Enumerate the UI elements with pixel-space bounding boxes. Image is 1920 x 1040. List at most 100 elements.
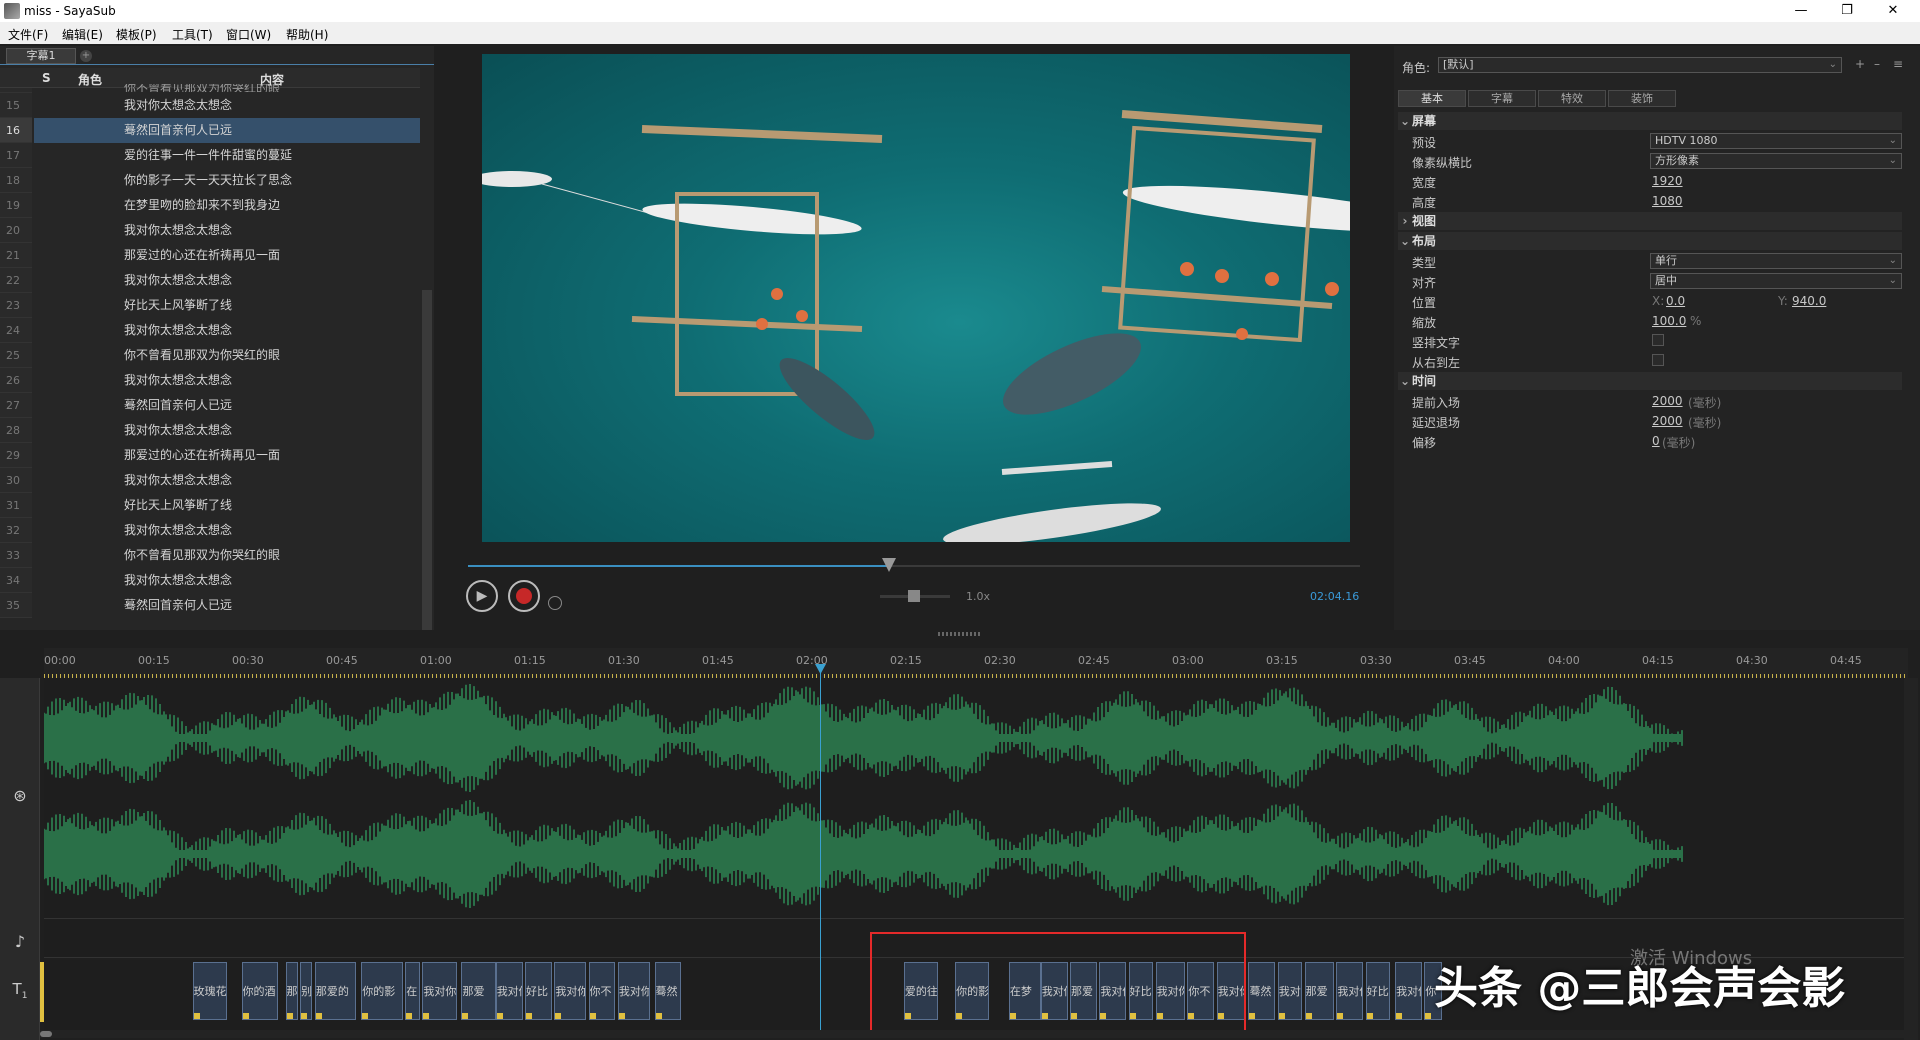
rtl-checkbox[interactable] bbox=[1652, 354, 1664, 366]
subtitle-block[interactable]: 你的影 bbox=[361, 962, 403, 1020]
subtitle-block[interactable]: 你不 bbox=[588, 962, 616, 1020]
subtitle-block[interactable]: 在 bbox=[405, 962, 420, 1020]
splitter-handle[interactable] bbox=[938, 632, 982, 636]
offset-value[interactable]: 0 bbox=[1652, 434, 1660, 448]
col-role[interactable]: 角色 bbox=[78, 71, 102, 88]
scroll-thumb[interactable] bbox=[40, 1031, 52, 1037]
subtitle-block[interactable]: 我对你 bbox=[617, 962, 650, 1020]
menu-template[interactable]: 模板(P) bbox=[116, 26, 157, 43]
video-preview[interactable] bbox=[472, 54, 1442, 545]
subtitle-row[interactable]: 32 我对你太想念太想念 bbox=[0, 518, 420, 543]
menu-icon[interactable]: ≡ bbox=[1893, 57, 1903, 71]
subtitle-row[interactable]: 16 蓦然回首亲何人已远 bbox=[0, 118, 420, 143]
add-tab-icon[interactable]: + bbox=[80, 50, 92, 62]
play-button[interactable]: ▶ bbox=[466, 580, 498, 612]
type-select[interactable]: 单行 ⌄ bbox=[1650, 253, 1902, 269]
subtitle-block[interactable]: 蓦然 bbox=[654, 962, 682, 1020]
timeline-horizontal-scrollbar[interactable] bbox=[40, 1030, 1910, 1038]
row-content: 我对你太想念太想念 bbox=[124, 273, 233, 287]
role-select[interactable]: [默认] ⌄ bbox=[1438, 57, 1842, 73]
tab-decoration[interactable]: 装饰 bbox=[1608, 90, 1676, 107]
subtitle-block[interactable]: 别 bbox=[300, 962, 313, 1020]
subtitle-row[interactable]: 33 你不曾看见那双为你哭红的眼 bbox=[0, 543, 420, 568]
menu-window[interactable]: 窗口(W) bbox=[226, 26, 271, 43]
timeline-vertical-scrollbar[interactable] bbox=[1904, 678, 1918, 1040]
section-view[interactable]: › 视图 bbox=[1398, 212, 1902, 230]
subtitle-row[interactable]: 31 好比天上风筝断了线 bbox=[0, 493, 420, 518]
subtitle-row[interactable]: 24 我对你太想念太想念 bbox=[0, 318, 420, 343]
subtitle-row[interactable]: 26 我对你太想念太想念 bbox=[0, 368, 420, 393]
aspect-select[interactable]: 方形像素 ⌄ bbox=[1650, 153, 1902, 169]
subtitle-row[interactable]: 22 我对你太想念太想念 bbox=[0, 268, 420, 293]
pos-x-value[interactable]: 0.0 bbox=[1666, 294, 1685, 308]
record-button[interactable] bbox=[508, 580, 540, 612]
subtitle-block[interactable]: 那爱 bbox=[461, 962, 496, 1020]
subtitle-row[interactable]: 21 那爱过的心还在祈祷再见一面 bbox=[0, 243, 420, 268]
subtitle-block[interactable]: 好比 bbox=[1365, 962, 1391, 1020]
advance-value[interactable]: 2000 bbox=[1652, 394, 1683, 408]
subtitle-row[interactable]: 25 你不曾看见那双为你哭红的眼 bbox=[0, 343, 420, 368]
subtitle-block[interactable]: 好比 bbox=[525, 962, 552, 1020]
subtitle-block[interactable]: 你的酒 bbox=[241, 962, 279, 1020]
width-value[interactable]: 1920 bbox=[1652, 174, 1683, 188]
subtitle-row[interactable]: 20 我对你太想念太想念 bbox=[0, 218, 420, 243]
subtitle-row[interactable]: 27 蓦然回首亲何人已远 bbox=[0, 393, 420, 418]
preset-select[interactable]: HDTV 1080 ⌄ bbox=[1650, 133, 1902, 149]
tab-effects[interactable]: 特效 bbox=[1538, 90, 1606, 107]
col-s[interactable]: S bbox=[42, 71, 51, 85]
small-record-icon[interactable] bbox=[548, 596, 562, 610]
subtitle-grid[interactable]: 1415我对你太想念太想念16蓦然回首亲何人已远17爱的往事一件一件件甜蜜的蔓延… bbox=[0, 88, 420, 628]
subtitle-block[interactable]: 那爱 bbox=[1304, 962, 1334, 1020]
delay-value[interactable]: 2000 bbox=[1652, 414, 1683, 428]
seek-bar-remaining[interactable] bbox=[890, 565, 1360, 567]
grid-scrollbar[interactable] bbox=[422, 290, 432, 630]
subtitle-row[interactable]: 34 我对你太想念太想念 bbox=[0, 568, 420, 593]
seek-bar-progress[interactable] bbox=[468, 565, 890, 567]
subtitle-block[interactable]: 我对你 bbox=[1395, 962, 1422, 1020]
microphone-icon[interactable]: ♪ bbox=[0, 932, 40, 951]
menu-edit[interactable]: 编辑(E) bbox=[62, 26, 103, 43]
menu-help[interactable]: 帮助(H) bbox=[286, 26, 328, 43]
subtitle-row[interactable]: 35 蓦然回首亲何人已远 bbox=[0, 593, 420, 618]
pos-y-value[interactable]: 940.0 bbox=[1792, 294, 1826, 308]
playhead[interactable] bbox=[820, 666, 821, 1030]
menu-tools[interactable]: 工具(T) bbox=[172, 26, 213, 43]
subtitle-row[interactable]: 17 爱的往事一件一件件甜蜜的蔓延 bbox=[0, 143, 420, 168]
minimize-button[interactable]: — bbox=[1778, 0, 1824, 22]
scale-value[interactable]: 100.0 bbox=[1652, 314, 1686, 328]
restore-button[interactable]: ❐ bbox=[1824, 0, 1870, 22]
subtitle-row[interactable]: 23 好比天上风筝断了线 bbox=[0, 293, 420, 318]
subtitle-block[interactable]: 我对你 bbox=[554, 962, 587, 1020]
menu-file[interactable]: 文件(F) bbox=[8, 26, 48, 43]
tab-subtitle[interactable]: 字幕 bbox=[1468, 90, 1536, 107]
subtitle-row[interactable]: 28 我对你太想念太想念 bbox=[0, 418, 420, 443]
subtitle-block[interactable]: 蓦然 bbox=[1248, 962, 1276, 1020]
subtitle-row[interactable]: 15 我对你太想念太想念 bbox=[0, 93, 420, 118]
height-value[interactable]: 1080 bbox=[1652, 194, 1683, 208]
subtitle-block[interactable]: 那爱的 bbox=[314, 962, 357, 1020]
subtitle-row[interactable]: 29 那爱过的心还在祈祷再见一面 bbox=[0, 443, 420, 468]
section-screen[interactable]: ⌄ 屏幕 bbox=[1398, 112, 1902, 130]
align-select[interactable]: 居中 ⌄ bbox=[1650, 273, 1902, 289]
subtitle-block[interactable]: 我对你 bbox=[1277, 962, 1303, 1020]
text-track-icon[interactable]: T1 bbox=[0, 980, 40, 1001]
tab-basic[interactable]: 基本 bbox=[1398, 90, 1466, 107]
film-reel-icon[interactable]: ⊛ bbox=[0, 786, 40, 805]
subtitle-row[interactable]: 18 你的影子一天一天天拉长了思念 bbox=[0, 168, 420, 193]
speed-slider-handle[interactable] bbox=[908, 590, 920, 602]
subtitle-block[interactable]: 我对你 bbox=[1336, 962, 1364, 1020]
close-button[interactable]: ✕ bbox=[1870, 0, 1916, 22]
subtitle-row[interactable]: 30 我对你太想念太想念 bbox=[0, 468, 420, 493]
subtitle-block[interactable]: 我对你 bbox=[422, 962, 457, 1020]
section-time[interactable]: ⌄ 时间 bbox=[1398, 372, 1902, 390]
subtitle-block[interactable]: 玫瑰花 bbox=[192, 962, 227, 1020]
subtitle-block[interactable]: 那 bbox=[285, 962, 298, 1020]
subtitle-row[interactable]: 19 在梦里吻的脸却来不到我身边 bbox=[0, 193, 420, 218]
document-tab[interactable]: 字幕1 bbox=[6, 48, 76, 64]
subtitle-block[interactable]: 我对你 bbox=[495, 962, 523, 1020]
section-layout[interactable]: ⌄ 布局 bbox=[1398, 232, 1902, 250]
add-role-icon[interactable]: + bbox=[1855, 57, 1865, 71]
audio-waveform[interactable] bbox=[44, 678, 1908, 918]
vertical-text-checkbox[interactable] bbox=[1652, 334, 1664, 346]
remove-role-icon[interactable]: – bbox=[1874, 57, 1880, 71]
